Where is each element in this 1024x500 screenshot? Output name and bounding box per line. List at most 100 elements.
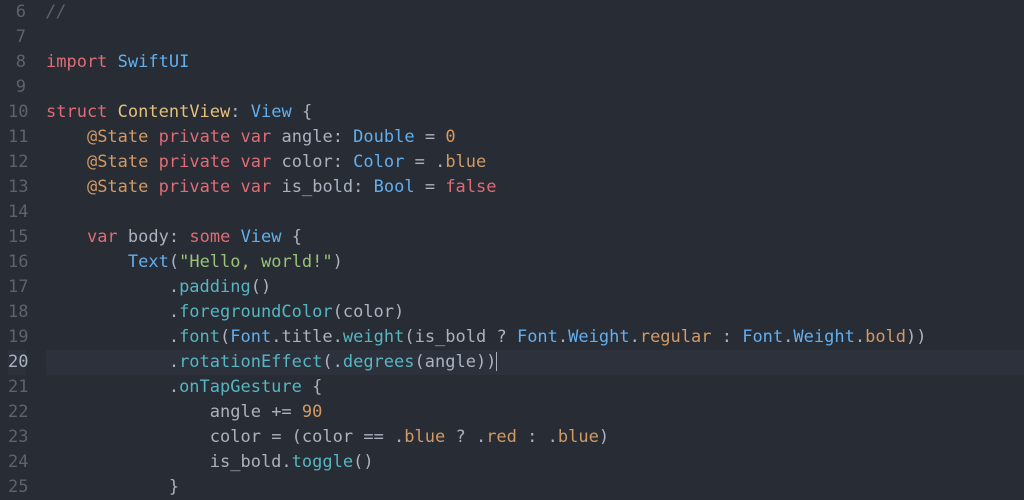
code-line[interactable]: @State private var color: Color = .blue — [46, 150, 1024, 175]
token-punc: ) — [333, 252, 343, 272]
token-var: angle — [425, 352, 476, 372]
token-ty: View — [241, 227, 282, 247]
token-var: angle — [210, 402, 261, 422]
code-line[interactable]: .font(Font.title.weight(is_bold ? Font.W… — [46, 325, 1024, 350]
token-fn: rotationEffect — [179, 352, 322, 372]
token-at: @State — [87, 177, 148, 197]
token-fn: padding — [179, 277, 251, 297]
token-str: "Hello, world!" — [179, 252, 333, 272]
code-line[interactable]: @State private var angle: Double = 0 — [46, 125, 1024, 150]
token-punc: . — [630, 327, 640, 347]
line-number: 16 — [8, 250, 26, 275]
token-punc: ? — [486, 327, 517, 347]
code-area[interactable]: // import SwiftUI struct ContentView: Vi… — [38, 0, 1024, 500]
code-editor[interactable]: 678910111213141516171819202122232425 // … — [0, 0, 1024, 500]
token-punc: . — [271, 327, 281, 347]
token-fn: weight — [343, 327, 404, 347]
token-enum: blue — [445, 152, 486, 172]
code-line[interactable]: .onTapGesture { — [46, 375, 1024, 400]
token-punc: ) — [394, 302, 404, 322]
token-punc: ? . — [445, 427, 486, 447]
token-kw2: var — [87, 227, 118, 247]
token-kw2: var — [241, 177, 272, 197]
line-number: 23 — [8, 425, 26, 450]
token-ty: Text — [128, 252, 169, 272]
token-punc: : — [333, 152, 353, 172]
token-ty: View — [251, 102, 292, 122]
token-ty: Double — [353, 127, 414, 147]
token-var: title — [281, 327, 332, 347]
token-id: ContentView — [118, 102, 231, 122]
code-line[interactable]: .rotationEffect(.degrees(angle)) — [46, 350, 1024, 375]
token-bool: false — [445, 177, 496, 197]
token-at: @State — [87, 152, 148, 172]
token-punc: () — [353, 452, 373, 472]
token-ty: Font — [742, 327, 783, 347]
token-var: angle — [282, 127, 333, 147]
token-punc: { — [282, 227, 302, 247]
line-number: 6 — [8, 0, 26, 25]
line-number: 21 — [8, 375, 26, 400]
line-number: 12 — [8, 150, 26, 175]
token-kw2: private — [159, 152, 231, 172]
token-kw2: some — [189, 227, 230, 247]
line-number: 7 — [8, 25, 26, 50]
token-num: 0 — [445, 127, 455, 147]
code-line[interactable]: @State private var is_bold: Bool = false — [46, 175, 1024, 200]
token-kw2: private — [159, 177, 231, 197]
token-punc: ) — [599, 427, 609, 447]
line-number: 22 — [8, 400, 26, 425]
code-line[interactable]: angle += 90 — [46, 400, 1024, 425]
token-fn: font — [179, 327, 220, 347]
token-punc: : — [169, 227, 189, 247]
token-punc: : . — [517, 427, 558, 447]
token-ty: Weight — [793, 327, 854, 347]
token-kw2: import — [46, 52, 107, 72]
token-fn: foregroundColor — [179, 302, 333, 322]
code-line[interactable] — [46, 75, 1024, 100]
token-punc: { — [292, 102, 312, 122]
text-cursor — [496, 352, 497, 371]
code-line[interactable]: color = (color == .blue ? .red : .blue) — [46, 425, 1024, 450]
code-line[interactable]: var body: some View { — [46, 225, 1024, 250]
code-line[interactable]: } — [46, 475, 1024, 500]
token-var: color — [282, 152, 333, 172]
line-number: 25 — [8, 475, 26, 500]
token-var: is_bold — [415, 327, 487, 347]
code-line[interactable]: .foregroundColor(color) — [46, 300, 1024, 325]
token-punc: += — [261, 402, 302, 422]
token-fn: onTapGesture — [179, 377, 302, 397]
token-punc: : — [333, 127, 353, 147]
token-kw2: private — [159, 127, 231, 147]
code-line[interactable]: is_bold.toggle() — [46, 450, 1024, 475]
code-line[interactable]: .padding() — [46, 275, 1024, 300]
line-number: 10 — [8, 100, 26, 125]
code-line[interactable] — [46, 25, 1024, 50]
token-kw2: struct — [46, 102, 107, 122]
token-ty: SwiftUI — [118, 52, 190, 72]
token-num: 90 — [302, 402, 322, 422]
code-line[interactable]: struct ContentView: View { — [46, 100, 1024, 125]
line-number: 9 — [8, 75, 26, 100]
token-ty: Color — [353, 152, 404, 172]
code-line[interactable]: Text("Hello, world!") — [46, 250, 1024, 275]
code-line[interactable] — [46, 200, 1024, 225]
code-line[interactable]: import SwiftUI — [46, 50, 1024, 75]
token-var: is_bold — [282, 177, 354, 197]
token-punc: ( — [220, 327, 230, 347]
token-enum: blue — [558, 427, 599, 447]
token-var: color — [210, 427, 261, 447]
token-enum: regular — [640, 327, 712, 347]
token-punc: : — [711, 327, 742, 347]
line-number: 14 — [8, 200, 26, 225]
token-enum: bold — [865, 327, 906, 347]
token-fn: toggle — [292, 452, 353, 472]
token-punc: . — [558, 327, 568, 347]
token-enum: blue — [404, 427, 445, 447]
code-line[interactable]: // — [46, 0, 1024, 25]
token-punc: } — [169, 477, 179, 497]
token-punc: ( — [169, 252, 179, 272]
token-cm: // — [46, 2, 66, 22]
token-at: @State — [87, 127, 148, 147]
token-punc: = . — [404, 152, 445, 172]
